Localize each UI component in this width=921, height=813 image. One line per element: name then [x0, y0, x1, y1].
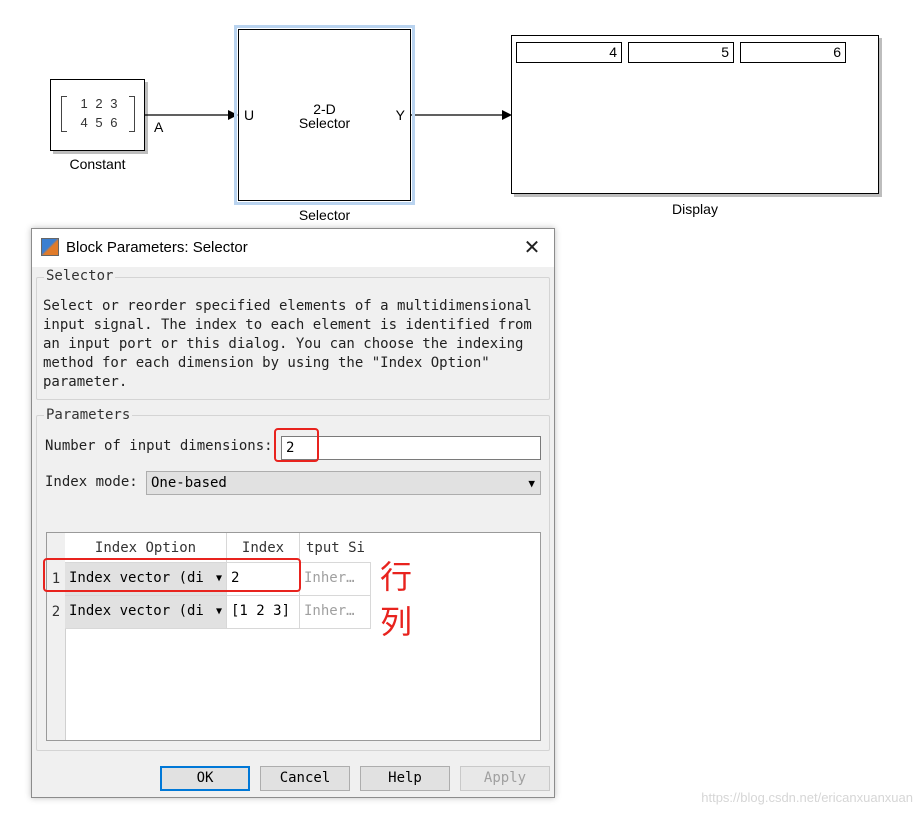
selector-port-u: U — [244, 107, 255, 123]
selector-group-title: Selector — [44, 268, 116, 284]
ok-button[interactable]: OK — [160, 766, 250, 791]
row1-output-size-cell[interactable]: Inher… — [300, 563, 371, 596]
highlight-row-1 — [43, 558, 301, 592]
row2-output-size-cell[interactable]: Inher… — [300, 596, 371, 629]
description-text: Select or reorder specified elements of … — [43, 298, 532, 390]
row2-index-option-select[interactable]: Index vector (di ▼ — [65, 596, 227, 629]
highlight-num-dims — [274, 428, 319, 462]
display-label: Display — [672, 201, 718, 217]
display-value-2: 5 — [628, 42, 734, 63]
selector-label: Selector — [298, 207, 351, 223]
row2-index-option-value: Index vector (di — [69, 603, 204, 619]
selector-port-y: Y — [395, 107, 405, 123]
annotation-column: 列 — [380, 603, 413, 641]
annotation-row: 行 — [380, 558, 413, 596]
selector-block[interactable]: 2-D Selector U Y — [238, 29, 411, 201]
num-dims-label: Number of input dimensions: — [45, 438, 273, 454]
selector-title-1: 2-D — [313, 101, 336, 117]
index-mode-label: Index mode: — [45, 474, 138, 490]
simulink-block-icon — [41, 238, 59, 256]
index-mode-select[interactable]: One-based ▼ — [146, 471, 541, 495]
dropdown-arrow-icon: ▼ — [528, 477, 535, 490]
close-button[interactable]: ✕ — [518, 235, 546, 261]
cancel-button[interactable]: Cancel — [260, 766, 350, 791]
row2-index-cell[interactable]: [1 2 3] — [227, 596, 300, 629]
display-block[interactable]: 4 5 6 — [511, 35, 879, 194]
dialog-titlebar[interactable]: Block Parameters: Selector ✕ — [32, 229, 554, 267]
row-number-2: 2 — [51, 604, 61, 620]
help-button[interactable]: Help — [360, 766, 450, 791]
row2-dropdown-arrow-icon: ▼ — [215, 606, 222, 617]
index-mode-value: One-based — [151, 475, 227, 491]
header-output-size[interactable]: tput Si — [300, 533, 371, 563]
block-parameters-dialog: Block Parameters: Selector ✕ Selector Se… — [31, 228, 555, 798]
watermark-text: https://blog.csdn.net/ericanxuanxuan — [701, 790, 913, 805]
dialog-title: Block Parameters: Selector — [66, 239, 248, 256]
num-dims-input[interactable]: 2 — [281, 436, 541, 460]
display-value-3: 6 — [740, 42, 846, 63]
parameters-group-title: Parameters — [44, 407, 133, 423]
apply-button[interactable]: Apply — [460, 766, 550, 791]
selector-title-2: Selector — [298, 115, 351, 131]
display-value-1: 4 — [516, 42, 622, 63]
